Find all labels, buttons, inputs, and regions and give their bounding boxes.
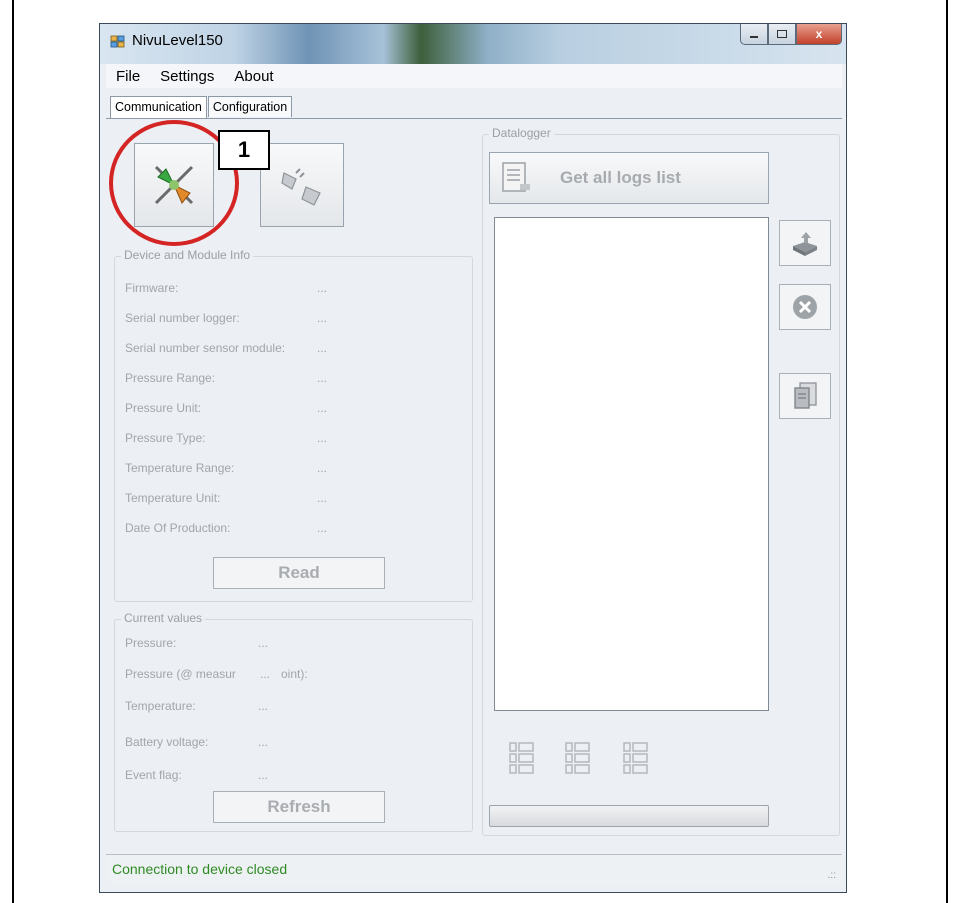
menu-settings[interactable]: Settings	[150, 68, 224, 85]
minimize-icon	[750, 36, 758, 38]
save-log-button[interactable]	[779, 220, 831, 266]
title-bar[interactable]: NivuLevel150 x	[100, 24, 846, 64]
event-flag-value: ...	[258, 768, 269, 782]
datalogger-title: Datalogger	[489, 126, 554, 140]
disconnect-button[interactable]	[260, 143, 344, 227]
status-text: Connection to device closed	[112, 861, 288, 877]
close-button[interactable]: x	[796, 24, 842, 45]
serial-logger-label: Serial number logger:	[125, 311, 240, 325]
pressure-range-label: Pressure Range:	[125, 371, 216, 385]
battery-voltage-label: Battery voltage:	[125, 735, 209, 749]
firmware-value: ...	[317, 281, 328, 295]
close-icon: x	[815, 27, 823, 41]
download-progress-bar	[489, 805, 769, 827]
pressure-range-value: ...	[317, 371, 328, 385]
firmware-label: Firmware:	[125, 281, 179, 295]
get-all-logs-button[interactable]: Get all logs list	[489, 152, 769, 204]
refresh-button[interactable]: Refresh	[213, 791, 385, 823]
temperature-range-value: ...	[317, 461, 328, 475]
pressure-measure-value: ...	[260, 667, 271, 681]
annotation-label: 1	[218, 130, 270, 170]
temperature-label: Temperature:	[125, 699, 196, 713]
minimize-button[interactable]	[740, 24, 768, 45]
production-date-value: ...	[317, 521, 328, 535]
device-info-title: Device and Module Info	[121, 248, 254, 262]
battery-voltage-value: ...	[258, 735, 269, 749]
temperature-range-label: Temperature Range:	[125, 461, 235, 475]
pressure-unit-value: ...	[317, 401, 328, 415]
maximize-button[interactable]	[768, 24, 796, 45]
save-disk-icon	[793, 232, 817, 256]
delete-log-button[interactable]	[779, 284, 831, 330]
tab-divider	[106, 118, 842, 119]
list-view-icon[interactable]	[622, 741, 650, 775]
pressure-value: ...	[258, 636, 269, 650]
pressure-measure-label-suffix: oint):	[280, 667, 308, 681]
tab-strip: Communication Configuration	[110, 96, 293, 119]
serial-sensor-label: Serial number sensor module:	[125, 341, 286, 355]
export-log-button[interactable]	[779, 373, 831, 419]
menu-file[interactable]: File	[106, 68, 150, 85]
resize-grip-icon[interactable]: .::	[828, 870, 836, 881]
tab-configuration[interactable]: Configuration	[207, 96, 293, 117]
tab-communication[interactable]: Communication	[110, 96, 207, 119]
window-title: NivuLevel150	[132, 32, 223, 49]
menu-bar: File Settings About	[106, 64, 842, 88]
pressure-unit-label: Pressure Unit:	[125, 401, 202, 415]
logs-listbox[interactable]	[494, 217, 769, 711]
status-bar: Connection to device closed .::	[106, 854, 842, 885]
plug-disconnected-icon	[281, 168, 321, 206]
pressure-type-label: Pressure Type:	[125, 431, 206, 445]
serial-logger-value: ...	[317, 311, 328, 325]
export-document-icon	[794, 382, 817, 409]
maximize-icon	[777, 30, 787, 38]
app-icon	[110, 35, 125, 48]
temperature-unit-value: ...	[317, 491, 328, 505]
list-view-icon[interactable]	[564, 741, 592, 775]
menu-about[interactable]: About	[224, 68, 283, 85]
event-flag-label: Event flag:	[125, 768, 182, 782]
production-date-label: Date Of Production:	[125, 521, 231, 535]
list-view-icon[interactable]	[508, 741, 536, 775]
read-button[interactable]: Read	[213, 557, 385, 589]
device-info-group: Device and Module Info	[114, 248, 473, 602]
get-all-logs-label: Get all logs list	[560, 168, 681, 187]
caption-buttons: x	[740, 24, 842, 46]
serial-sensor-value: ...	[317, 341, 328, 355]
temperature-unit-label: Temperature Unit:	[125, 491, 221, 505]
pressure-label: Pressure:	[125, 636, 177, 650]
temperature-value: ...	[258, 699, 269, 713]
pressure-type-value: ...	[317, 431, 328, 445]
current-values-title: Current values	[121, 611, 206, 625]
delete-circle-icon	[793, 295, 817, 319]
pressure-measure-label: Pressure (@ measur	[125, 667, 236, 681]
document-list-icon	[502, 162, 530, 192]
